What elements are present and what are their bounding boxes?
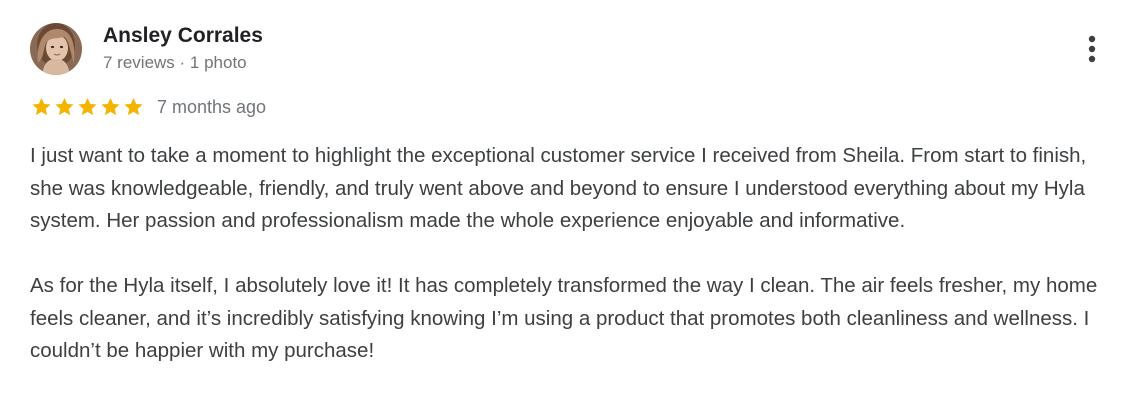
review-date: 7 months ago: [157, 97, 267, 117]
star-icon: [101, 98, 120, 116]
review-body: I just want to take a moment to highligh…: [30, 140, 1115, 368]
user-avatar-photo-icon: [30, 23, 82, 75]
star-icon: [124, 98, 143, 116]
reviewer-stats: 7 reviews · 1 photo: [103, 53, 247, 72]
rating-row: 7 months ago: [30, 94, 266, 120]
more-options-button[interactable]: [1078, 32, 1106, 68]
reviewer-avatar[interactable]: [30, 23, 82, 75]
review-paragraph-2: As for the Hyla itself, I absolutely lov…: [30, 274, 1098, 362]
star-rating: [30, 96, 145, 118]
reviewer-name[interactable]: Ansley Corrales: [103, 23, 263, 49]
review-card: Ansley Corrales 7 reviews · 1 photo 7 mo…: [0, 0, 1139, 417]
review-paragraph-1: I just want to take a moment to highligh…: [30, 144, 1087, 232]
star-icon: [78, 98, 97, 116]
more-vertical-icon: [1088, 35, 1096, 63]
star-icon: [55, 98, 74, 116]
star-icon: [32, 98, 51, 116]
